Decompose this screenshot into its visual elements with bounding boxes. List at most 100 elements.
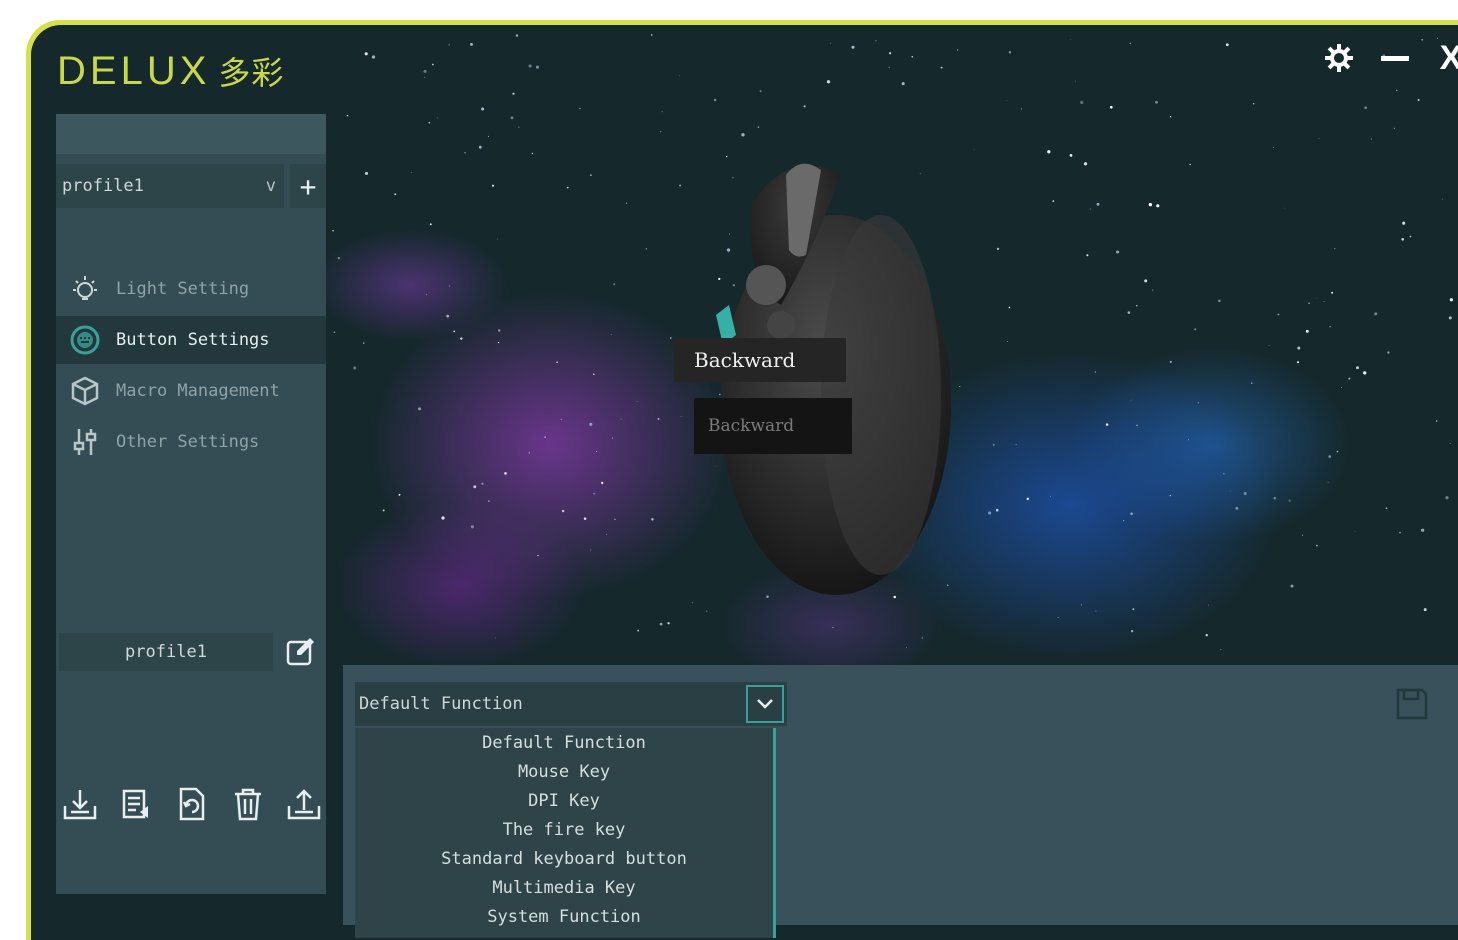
close-button[interactable]: X <box>1436 39 1458 77</box>
star <box>659 622 663 626</box>
sidebar-item-macro-management[interactable]: Macro Management <box>56 367 326 415</box>
star <box>436 117 438 119</box>
sidebar-item-label: Light Setting <box>116 279 250 299</box>
function-option-keyboard-button[interactable]: Standard keyboard button <box>355 844 773 873</box>
profile-name-field[interactable]: profile1 <box>59 633 273 671</box>
upload-button[interactable] <box>285 785 323 823</box>
star <box>1047 150 1051 154</box>
star <box>625 202 628 204</box>
star <box>1395 89 1398 92</box>
star <box>495 637 497 639</box>
star <box>1336 450 1339 453</box>
star <box>1448 316 1452 320</box>
star <box>610 334 612 335</box>
star <box>518 126 520 128</box>
star <box>1385 507 1388 510</box>
star <box>478 145 482 149</box>
star <box>1089 208 1091 210</box>
function-option-system-function[interactable]: System Function <box>355 902 773 931</box>
star <box>661 111 663 113</box>
sidebar-toolbar <box>61 785 356 835</box>
delete-button[interactable] <box>229 785 267 823</box>
profile-name-row: profile1 <box>59 633 319 671</box>
star <box>1086 254 1089 257</box>
star <box>1205 634 1208 637</box>
star <box>1105 423 1109 426</box>
star <box>556 361 558 363</box>
star <box>488 500 490 502</box>
star <box>826 80 831 84</box>
sidebar-item-other-settings[interactable]: Other Settings <box>56 418 326 466</box>
star <box>1026 497 1030 501</box>
star <box>601 481 604 485</box>
function-options-list: Default Function Mouse Key DPI Key The f… <box>355 728 776 938</box>
function-dropdown[interactable]: Default Function <box>355 682 787 726</box>
profile-dropdown[interactable]: profile1 v <box>56 164 284 208</box>
import-button[interactable] <box>61 785 99 823</box>
sidebar-item-label: Other Settings <box>116 432 260 452</box>
logo-text: DELUX <box>57 48 211 93</box>
refresh-button[interactable] <box>173 785 211 823</box>
minimize-button[interactable] <box>1380 43 1410 73</box>
save-icon[interactable] <box>1395 687 1429 721</box>
logo-cjk-text: 多彩 <box>218 54 285 92</box>
star <box>481 107 485 111</box>
star <box>491 184 495 187</box>
export-list-button[interactable] <box>117 785 155 823</box>
star <box>537 554 539 557</box>
star <box>1243 491 1247 496</box>
star <box>670 337 672 339</box>
chevron-down-icon <box>757 699 773 709</box>
star <box>611 437 614 439</box>
function-dropdown-value: Default Function <box>359 694 523 714</box>
star <box>803 105 806 108</box>
function-option-multimedia-key[interactable]: Multimedia Key <box>355 873 773 902</box>
star <box>992 443 995 446</box>
sidebar-item-button-settings[interactable]: Button Settings <box>56 316 326 364</box>
star <box>432 63 434 66</box>
star <box>1208 604 1209 606</box>
star <box>1401 238 1404 241</box>
star <box>1340 386 1342 388</box>
star <box>446 314 450 318</box>
star <box>1144 279 1148 283</box>
star <box>346 114 349 117</box>
settings-button[interactable] <box>1324 43 1354 73</box>
star <box>995 508 999 512</box>
function-option-dpi-key[interactable]: DPI Key <box>355 786 773 815</box>
star <box>1436 37 1438 39</box>
star <box>1328 455 1332 458</box>
star <box>1109 105 1113 109</box>
star <box>1136 424 1138 427</box>
star <box>1095 610 1097 612</box>
star <box>566 186 569 189</box>
star <box>606 533 608 535</box>
star <box>364 52 368 56</box>
star <box>1080 100 1084 105</box>
star <box>1348 377 1351 380</box>
star <box>1052 200 1055 202</box>
star <box>1402 221 1406 225</box>
star <box>464 152 466 154</box>
function-option-mouse-key[interactable]: Mouse Key <box>355 757 773 786</box>
star <box>713 98 717 102</box>
star <box>590 174 592 177</box>
function-option-default[interactable]: Default Function <box>355 728 773 757</box>
edit-profile-button[interactable] <box>283 634 319 670</box>
star <box>583 517 587 520</box>
refresh-icon <box>179 787 205 821</box>
star <box>1020 108 1023 110</box>
sidebar-item-light-setting[interactable]: Light Setting <box>56 265 326 313</box>
star <box>1308 302 1310 305</box>
star <box>1049 495 1051 498</box>
dropdown-toggle-button[interactable] <box>746 685 784 723</box>
star <box>1083 162 1088 166</box>
function-option-fire-key[interactable]: The fire key <box>355 815 773 844</box>
star <box>453 330 456 333</box>
star <box>353 366 357 370</box>
star <box>1116 250 1120 254</box>
star <box>1169 116 1172 118</box>
add-profile-button[interactable]: + <box>290 164 326 208</box>
star <box>1127 311 1131 314</box>
sidebar: profile1 v + Light Setting Button Settin… <box>56 114 326 894</box>
